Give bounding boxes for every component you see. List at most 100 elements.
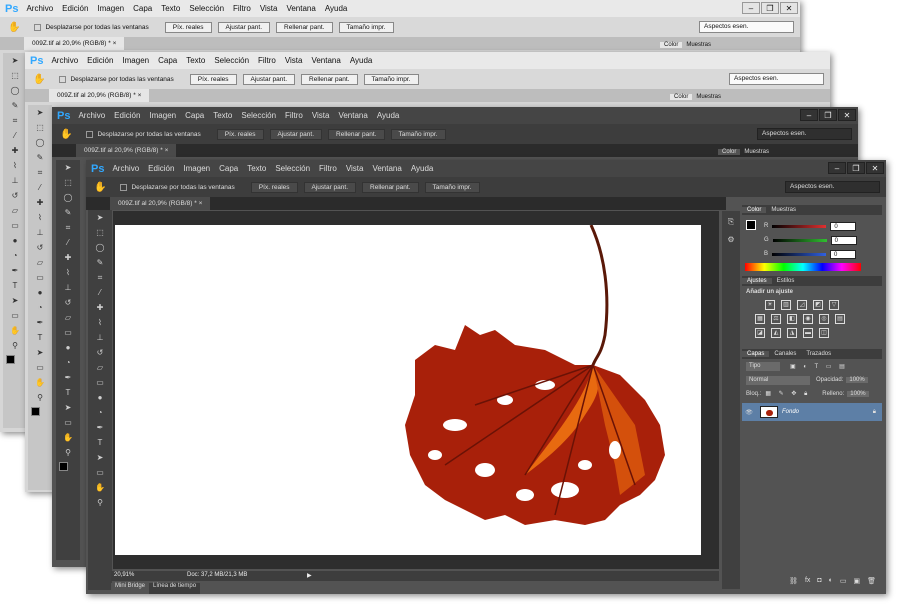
fit-screen-button[interactable]: Ajustar pant. [269,128,323,140]
fill-screen-button[interactable]: Rellenar pant. [301,73,358,85]
history-brush-icon[interactable]: ↺ [88,345,112,360]
move-icon[interactable]: ➤ [56,160,80,175]
blur-icon[interactable]: ● [56,340,80,355]
tab-muestras[interactable]: Muestras [692,94,725,100]
healing-icon[interactable]: ✚ [56,250,80,265]
eraser-icon[interactable]: ▱ [28,255,52,270]
gradient-icon[interactable]: ▭ [88,375,112,390]
history-brush-icon[interactable]: ↺ [56,295,80,310]
tab-close-icon[interactable]: × [199,200,203,207]
quick-select-icon[interactable]: ✎ [56,205,80,220]
move-icon[interactable]: ➤ [3,53,27,68]
type-icon[interactable]: T [3,278,27,293]
brush-icon[interactable]: ⌇ [88,315,112,330]
healing-icon[interactable]: ✚ [3,143,27,158]
threshold-icon[interactable]: ◮ [787,328,797,338]
tab-timeline[interactable]: Línea de tiempo [149,583,201,594]
mask-icon[interactable]: ◘ [817,577,821,587]
menu-texto[interactable]: Texto [213,111,232,120]
workspace-select[interactable]: Aspectos esen. [699,21,794,33]
document-tab[interactable]: 009Z.tif al 20,9% (RGB/8) * × [49,89,150,102]
print-size-button[interactable]: Tamaño impr. [363,73,419,85]
color-lookup-icon[interactable]: ▤ [835,314,845,324]
delete-layer-icon[interactable]: 🗑︎ [867,577,876,587]
slider-r-value[interactable]: 0 [830,221,857,231]
shape-icon[interactable]: ▭ [28,360,52,375]
restore-button[interactable]: ❐ [819,109,837,121]
slider-b-value[interactable]: 0 [830,249,857,259]
menu-edicion[interactable]: Edición [87,56,113,65]
shape-icon[interactable]: ▭ [3,308,27,323]
brush-icon[interactable]: ⌇ [3,158,27,173]
restore-button[interactable]: ❐ [761,2,779,14]
eyedropper-icon[interactable]: ⁄ [28,180,52,195]
menu-archivo[interactable]: Archivo [112,164,139,173]
minimize-button[interactable]: – [800,109,818,121]
healing-icon[interactable]: ✚ [88,300,112,315]
slider-b-bar[interactable] [772,252,827,256]
minimize-button[interactable]: – [828,162,846,174]
hand-tool-icon[interactable]: ✋ [8,22,20,33]
stamp-icon[interactable]: ⊥ [3,173,27,188]
fill-screen-button[interactable]: Rellenar pant. [328,128,385,140]
crop-icon[interactable]: ⌗ [56,220,80,235]
quick-select-icon[interactable]: ✎ [88,255,112,270]
stamp-icon[interactable]: ⊥ [28,225,52,240]
menu-ayuda[interactable]: Ayuda [411,164,434,173]
zoom-icon[interactable]: ⚲ [88,495,112,510]
scroll-all-checkbox[interactable] [120,183,128,191]
posterize-icon[interactable]: ◭ [771,328,781,338]
scroll-all-checkbox[interactable] [86,130,94,138]
stamp-icon[interactable]: ⊥ [88,330,112,345]
tab-muestras[interactable]: Muestras [740,149,773,155]
fill-screen-button[interactable]: Rellenar pant. [362,181,419,193]
tab-close-icon[interactable]: × [138,92,142,99]
eraser-icon[interactable]: ▱ [56,310,80,325]
print-size-button[interactable]: Tamaño impr. [338,21,394,33]
document-canvas[interactable] [115,225,701,555]
eyedropper-icon[interactable]: ⁄ [88,285,112,300]
move-icon[interactable]: ➤ [88,210,112,225]
menu-ventana[interactable]: Ventana [311,56,340,65]
marquee-icon[interactable]: ⬚ [28,120,52,135]
menu-imagen[interactable]: Imagen [183,164,210,173]
stamp-icon[interactable]: ⊥ [56,280,80,295]
brightness-icon[interactable]: ☀ [765,300,775,310]
slider-r[interactable]: R 0 [742,219,882,233]
foreground-color-swatch[interactable] [59,462,68,471]
menu-archivo[interactable]: Archivo [26,4,53,13]
hand-tool-icon[interactable]: ✋ [60,129,72,140]
menu-ventana[interactable]: Ventana [286,4,315,13]
pen-icon[interactable]: ✒ [28,315,52,330]
marquee-icon[interactable]: ⬚ [3,68,27,83]
type-icon[interactable]: T [56,385,80,400]
hand-icon[interactable]: ✋ [28,375,52,390]
document-tab[interactable]: 009Z.tif al 20,9% (RGB/8) * × [24,37,125,50]
menu-texto[interactable]: Texto [247,164,266,173]
crop-icon[interactable]: ⌗ [88,270,112,285]
hand-icon[interactable]: ✋ [88,480,112,495]
crop-icon[interactable]: ⌗ [28,165,52,180]
brush-icon[interactable]: ⌇ [56,265,80,280]
layer-style-icon[interactable]: fx [805,577,810,587]
eyedropper-icon[interactable]: ⁄ [56,235,80,250]
opacity-value[interactable]: 100% [846,377,868,383]
gradient-map-icon[interactable]: ▬ [803,328,813,338]
tab-close-icon[interactable]: × [113,40,117,47]
zoom-icon[interactable]: ⚲ [3,338,27,353]
close-button[interactable]: ✕ [838,109,856,121]
lasso-icon[interactable]: ◯ [56,190,80,205]
history-brush-icon[interactable]: ↺ [28,240,52,255]
slider-g-bar[interactable] [772,238,827,242]
foreground-color-swatch[interactable] [6,355,15,364]
gradient-icon[interactable]: ▭ [56,325,80,340]
exposure-icon[interactable]: ◩ [813,300,823,310]
filter-type-select[interactable]: Tipo [746,361,780,371]
zoom-level[interactable]: 20,91% [114,572,134,578]
menu-capa[interactable]: Capa [185,111,204,120]
pen-icon[interactable]: ✒ [56,370,80,385]
lasso-icon[interactable]: ◯ [88,240,112,255]
menu-vista[interactable]: Vista [312,111,330,120]
actual-pixels-button[interactable]: Píx. reales [189,73,237,85]
scroll-all-checkbox[interactable] [59,75,67,83]
